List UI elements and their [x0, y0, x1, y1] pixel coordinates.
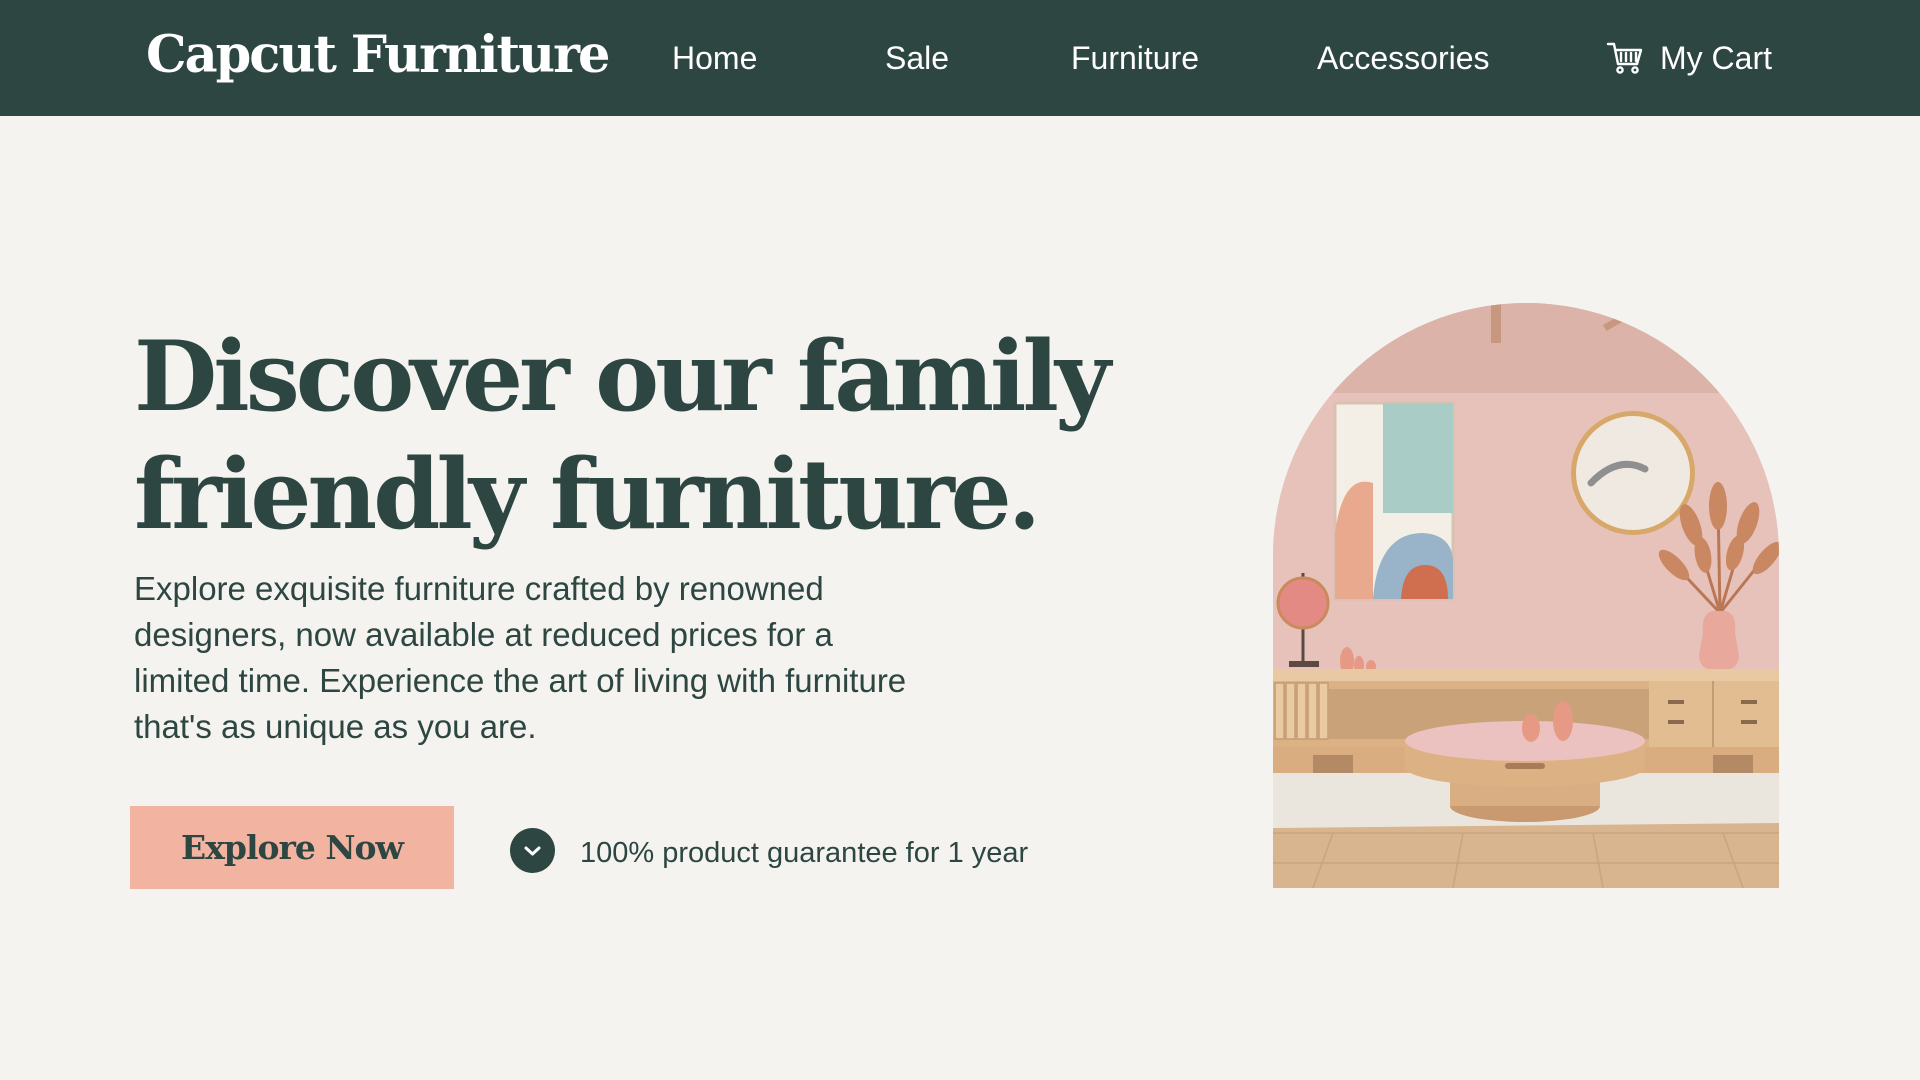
hero-description: Explore exquisite furniture crafted by r…: [134, 570, 907, 745]
cart-icon: [1606, 42, 1643, 74]
top-navigation-bar: Capcut Furniture Home Sale Furniture Acc…: [0, 0, 1920, 116]
nav-link-furniture[interactable]: Furniture: [1071, 36, 1199, 80]
my-cart-label: My Cart: [1660, 39, 1772, 76]
my-cart-link[interactable]: My Cart: [1606, 36, 1772, 80]
explore-now-button[interactable]: Explore Now: [130, 806, 454, 889]
hero-headline: Discover our family friendly furniture.: [134, 320, 1111, 551]
guarantee-text: 100% product guarantee for 1 year: [580, 837, 1029, 869]
brand-logo[interactable]: Capcut Furniture: [146, 22, 610, 88]
chevron-down-icon: [510, 828, 555, 873]
nav-link-sale[interactable]: Sale: [885, 36, 949, 80]
hero-living-room-image: [1273, 303, 1779, 888]
nav-link-accessories[interactable]: Accessories: [1317, 36, 1490, 80]
nav-link-home[interactable]: Home: [672, 36, 757, 80]
